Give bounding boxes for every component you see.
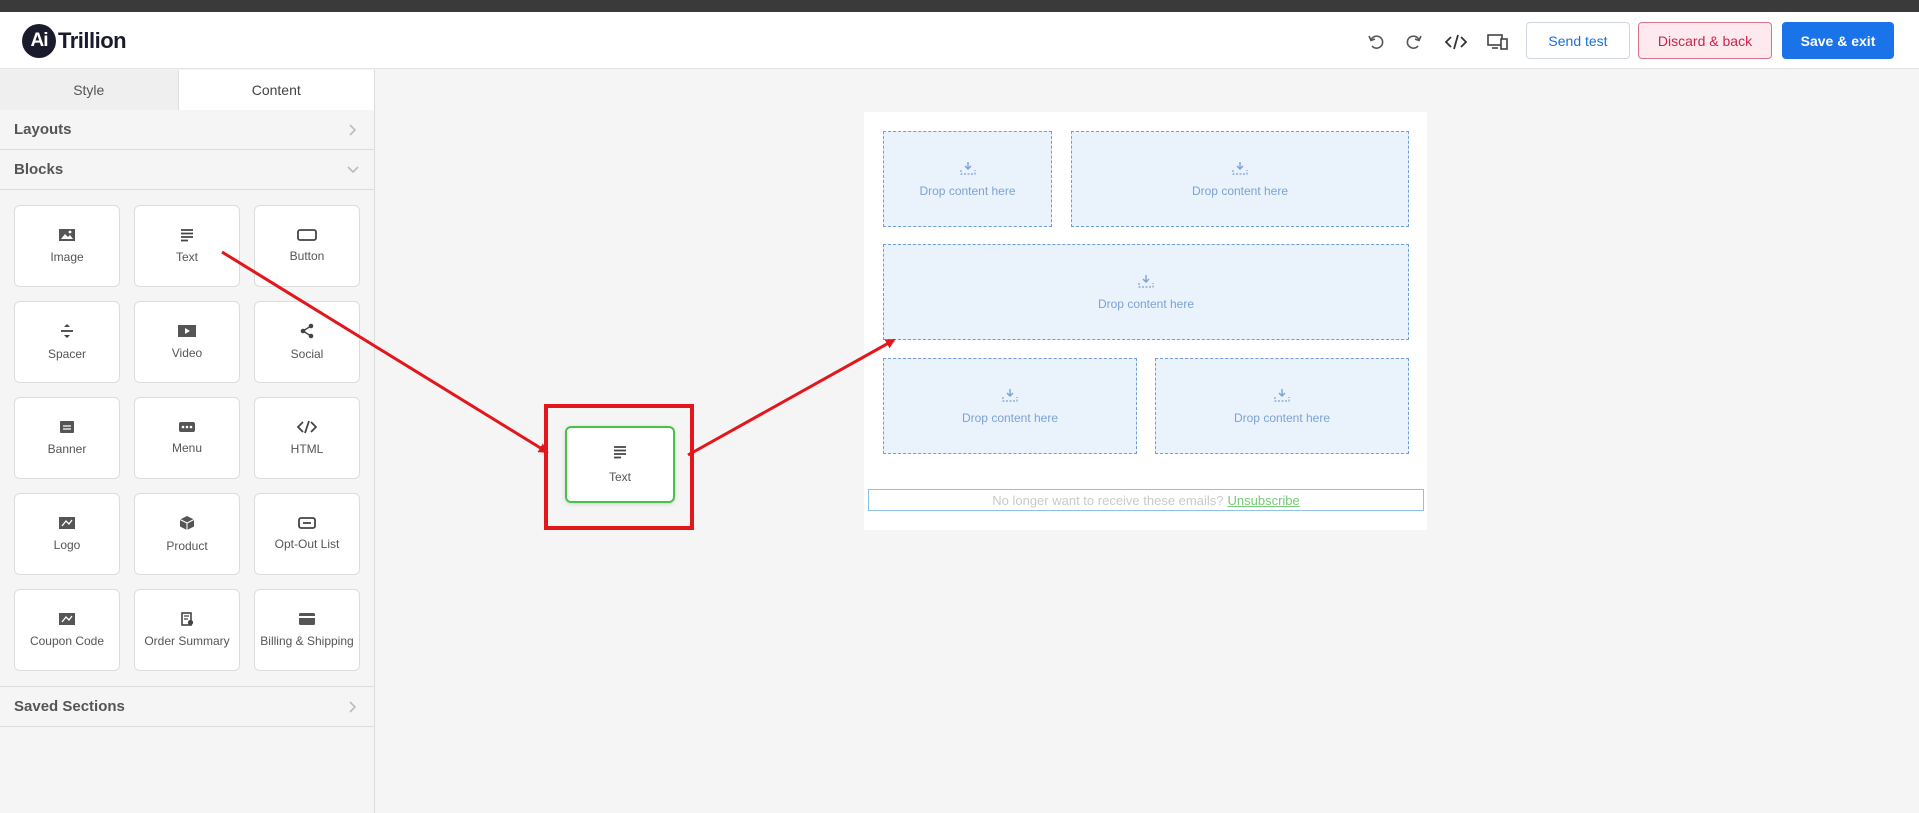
block-label: Billing & Shipping bbox=[260, 634, 354, 648]
block-label: Opt-Out List bbox=[274, 537, 340, 551]
block-label: Coupon Code bbox=[29, 634, 105, 648]
block-opt-out-list[interactable]: Opt-Out List bbox=[254, 493, 360, 575]
menu-icon bbox=[178, 421, 196, 433]
send-test-button[interactable]: Send test bbox=[1526, 22, 1630, 59]
dragging-block-label: Text bbox=[608, 470, 631, 484]
logo-mark: Ai bbox=[22, 24, 56, 58]
blocks-grid: Image Text Button Spacer Video Social Ba… bbox=[0, 190, 374, 687]
chevron-right-icon bbox=[346, 700, 360, 714]
block-label: Social bbox=[290, 347, 324, 361]
redo-icon[interactable] bbox=[1402, 30, 1426, 54]
download-icon bbox=[1002, 388, 1018, 405]
block-label: Menu bbox=[171, 441, 203, 455]
blocks-section-header[interactable]: Blocks bbox=[0, 150, 374, 190]
saved-sections-header[interactable]: Saved Sections bbox=[0, 687, 374, 727]
block-label: Logo bbox=[53, 538, 81, 552]
block-label: Button bbox=[289, 249, 325, 263]
block-label: Order Summary bbox=[144, 634, 230, 648]
text-icon bbox=[613, 445, 627, 462]
block-label: HTML bbox=[290, 442, 324, 456]
block-coupon-code[interactable]: Coupon Code bbox=[14, 589, 120, 671]
block-label: Banner bbox=[47, 442, 87, 456]
app-logo[interactable]: Ai Trillion bbox=[22, 23, 127, 59]
block-label: Text bbox=[175, 250, 198, 264]
code-icon bbox=[297, 420, 317, 434]
text-icon bbox=[180, 228, 194, 242]
tab-content[interactable]: Content bbox=[178, 70, 374, 110]
saved-sections-label: Saved Sections bbox=[14, 698, 125, 715]
dropzone-row2-full[interactable]: Drop content here bbox=[883, 244, 1409, 340]
chevron-down-icon bbox=[346, 163, 360, 177]
dropzone-label: Drop content here bbox=[919, 183, 1016, 198]
dropzone-label: Drop content here bbox=[1233, 410, 1331, 425]
block-label: Video bbox=[171, 346, 203, 360]
download-icon bbox=[1232, 161, 1248, 178]
block-label: Image bbox=[50, 250, 84, 264]
layouts-section-label: Layouts bbox=[14, 121, 72, 138]
tab-style[interactable]: Style bbox=[0, 70, 179, 110]
email-footer-unsubscribe: No longer want to receive these emails? … bbox=[868, 489, 1424, 511]
dropzone-row1-col1[interactable]: Drop content here bbox=[883, 131, 1052, 227]
receipt-icon bbox=[180, 612, 194, 626]
optout-icon bbox=[298, 517, 316, 529]
sidebar: Style Content Layouts Blocks Image Text … bbox=[0, 70, 375, 813]
discard-back-button[interactable]: Discard & back bbox=[1638, 22, 1772, 59]
block-order-summary[interactable]: Order Summary bbox=[134, 589, 240, 671]
button-icon bbox=[297, 229, 317, 241]
logo-icon bbox=[58, 516, 76, 530]
dropzone-label: Drop content here bbox=[1191, 183, 1289, 198]
coupon-icon bbox=[58, 612, 76, 626]
footer-text: No longer want to receive these emails? bbox=[992, 492, 1224, 508]
block-html[interactable]: HTML bbox=[254, 397, 360, 479]
browser-top-strip bbox=[0, 0, 1919, 12]
dropzone-row3-col1[interactable]: Drop content here bbox=[883, 358, 1137, 454]
spacer-icon bbox=[60, 323, 74, 339]
download-icon bbox=[1138, 274, 1154, 291]
dropzone-row3-col2[interactable]: Drop content here bbox=[1155, 358, 1409, 454]
block-product[interactable]: Product bbox=[134, 493, 240, 575]
block-label: Spacer bbox=[47, 347, 87, 361]
editor-header: Ai Trillion Send test Discard & back Sav… bbox=[0, 12, 1919, 69]
dropzone-row1-col2[interactable]: Drop content here bbox=[1071, 131, 1409, 227]
share-icon bbox=[299, 323, 315, 339]
dragging-text-block[interactable]: Text bbox=[565, 426, 675, 503]
block-image[interactable]: Image bbox=[14, 205, 120, 287]
video-icon bbox=[177, 324, 197, 338]
code-icon[interactable] bbox=[1444, 30, 1468, 54]
block-text[interactable]: Text bbox=[134, 205, 240, 287]
download-icon bbox=[1274, 388, 1290, 405]
card-icon bbox=[298, 612, 316, 626]
block-logo[interactable]: Logo bbox=[14, 493, 120, 575]
block-button[interactable]: Button bbox=[254, 205, 360, 287]
unsubscribe-link[interactable]: Unsubscribe bbox=[1227, 493, 1299, 508]
responsive-preview-icon[interactable] bbox=[1486, 30, 1510, 54]
layouts-section-header[interactable]: Layouts bbox=[0, 110, 374, 150]
logo-name: Trillion bbox=[58, 28, 127, 53]
dropzone-label: Drop content here bbox=[961, 410, 1059, 425]
block-label: Product bbox=[166, 539, 208, 553]
block-video[interactable]: Video bbox=[134, 301, 240, 383]
box-icon bbox=[179, 515, 195, 531]
block-social[interactable]: Social bbox=[254, 301, 360, 383]
block-menu[interactable]: Menu bbox=[134, 397, 240, 479]
banner-icon bbox=[59, 420, 75, 434]
block-billing-shipping[interactable]: Billing & Shipping bbox=[254, 589, 360, 671]
undo-icon[interactable] bbox=[1364, 30, 1388, 54]
dropzone-label: Drop content here bbox=[1097, 296, 1195, 311]
save-exit-button[interactable]: Save & exit bbox=[1782, 22, 1894, 59]
image-icon bbox=[58, 228, 76, 242]
block-banner[interactable]: Banner bbox=[14, 397, 120, 479]
chevron-right-icon bbox=[346, 123, 360, 137]
blocks-section-label: Blocks bbox=[14, 161, 64, 178]
download-icon bbox=[959, 161, 976, 178]
sidebar-tabs: Style Content bbox=[0, 70, 374, 110]
block-spacer[interactable]: Spacer bbox=[14, 301, 120, 383]
